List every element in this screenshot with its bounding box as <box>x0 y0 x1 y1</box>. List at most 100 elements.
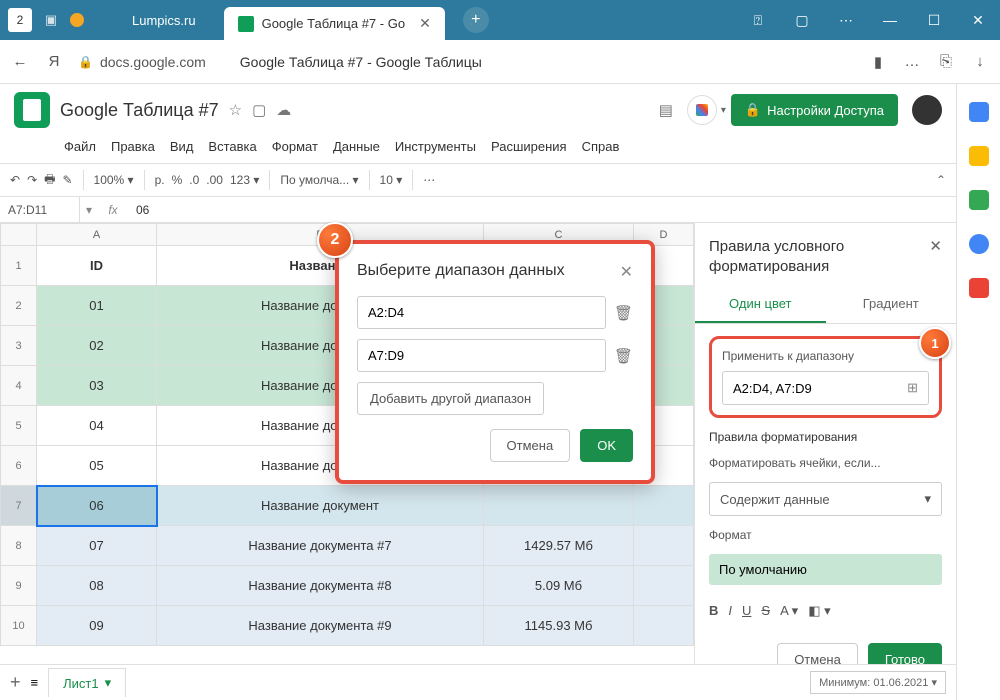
zoom-select[interactable]: 100% ▾ <box>94 173 134 187</box>
cell[interactable]: 5.09 Мб <box>484 566 634 606</box>
yandex-icon[interactable]: Я <box>44 53 64 70</box>
cell[interactable]: Название документ <box>157 486 484 526</box>
row-header[interactable]: 1 <box>1 246 37 286</box>
paint-format-button[interactable]: ✎ <box>62 173 72 187</box>
row-header[interactable]: 2 <box>1 286 37 326</box>
share-button[interactable]: 🔒Настройки Доступа <box>731 94 898 126</box>
close-tab-icon[interactable]: ✕ <box>419 15 431 32</box>
panel-icon[interactable]: ▣ <box>40 9 62 31</box>
strike-button[interactable]: S <box>761 603 770 619</box>
menu-help[interactable]: Справ <box>576 136 626 157</box>
cell[interactable]: 05 <box>37 446 157 486</box>
min-date-field[interactable]: Минимум: 01.06.2021 ▾ <box>810 671 946 694</box>
row-header[interactable]: 5 <box>1 406 37 446</box>
add-sheet-button[interactable]: + <box>10 672 21 693</box>
back-button[interactable]: ← <box>10 53 30 70</box>
avatar[interactable] <box>912 95 942 125</box>
calendar-icon[interactable] <box>969 102 989 122</box>
maximize-button[interactable]: ☐ <box>912 0 956 40</box>
cell[interactable]: 1145.93 Мб <box>484 606 634 646</box>
row-header[interactable]: 7 <box>1 486 37 526</box>
close-panel-button[interactable]: ✕ <box>929 237 942 255</box>
download-icon[interactable]: ↓ <box>970 53 990 70</box>
layout-icon[interactable]: ▢ <box>780 0 824 40</box>
menu-data[interactable]: Данные <box>327 136 386 157</box>
select-all-cell[interactable] <box>1 224 37 246</box>
underline-button[interactable]: U <box>742 603 751 619</box>
move-icon[interactable]: ▢ <box>252 101 266 119</box>
dec-decrease-button[interactable]: .0 <box>189 173 199 187</box>
cell[interactable]: Название документа #9 <box>157 606 484 646</box>
doc-name[interactable]: Google Таблица #7 <box>60 100 219 121</box>
range-input-1[interactable] <box>357 296 606 329</box>
range-input-2[interactable] <box>357 339 606 372</box>
close-window-button[interactable]: ✕ <box>956 0 1000 40</box>
add-range-button[interactable]: Добавить другой диапазон <box>357 382 544 415</box>
url-field[interactable]: 🔒 docs.google.com <box>78 54 206 70</box>
cancel-button[interactable]: Отмена <box>777 643 858 664</box>
new-tab-button[interactable]: + <box>463 7 489 33</box>
dec-increase-button[interactable]: .00 <box>206 173 223 187</box>
bold-button[interactable]: B <box>709 603 718 619</box>
percent-button[interactable]: % <box>172 173 183 187</box>
cell[interactable]: 07 <box>37 526 157 566</box>
menu-extensions[interactable]: Расширения <box>485 136 573 157</box>
row-header[interactable]: 4 <box>1 366 37 406</box>
print-button[interactable]: 🖶 <box>44 170 55 191</box>
home-icon[interactable]: 2 <box>8 8 32 32</box>
row-header[interactable]: 3 <box>1 326 37 366</box>
format-preview[interactable]: По умолчанию <box>709 554 942 585</box>
toolbar-more[interactable]: ⋯ <box>423 173 435 187</box>
account-icon[interactable]: ⍰ <box>736 0 780 40</box>
browser-tab-2[interactable]: Google Таблица #7 - Go ✕ <box>224 7 445 40</box>
more-icon[interactable]: ⋯ <box>824 0 868 40</box>
done-button[interactable]: Готово <box>868 643 942 664</box>
all-sheets-button[interactable]: ≡ <box>31 675 39 690</box>
maps-icon[interactable] <box>969 278 989 298</box>
dialog-cancel-button[interactable]: Отмена <box>490 429 571 462</box>
undo-button[interactable]: ↶ <box>10 173 20 187</box>
row-header[interactable]: 10 <box>1 606 37 646</box>
name-box[interactable]: A7:D11 <box>0 197 80 222</box>
cell[interactable]: 04 <box>37 406 157 446</box>
redo-button[interactable]: ↷ <box>27 173 37 187</box>
dialog-ok-button[interactable]: OK <box>580 429 633 462</box>
row-header[interactable]: 6 <box>1 446 37 486</box>
cell[interactable]: 08 <box>37 566 157 606</box>
row-header[interactable]: 8 <box>1 526 37 566</box>
tasks-icon[interactable] <box>969 190 989 210</box>
star-icon[interactable]: ☆ <box>229 101 242 119</box>
tab-gradient[interactable]: Градиент <box>826 286 957 323</box>
close-dialog-button[interactable]: ✕ <box>620 262 633 282</box>
font-select[interactable]: По умолча... ▾ <box>280 173 358 187</box>
more-formats-button[interactable]: 123 ▾ <box>230 173 259 187</box>
cell[interactable]: Название документа #8 <box>157 566 484 606</box>
delete-range-icon[interactable]: 🗑 <box>614 347 633 365</box>
more-button[interactable]: … <box>902 53 922 70</box>
cell[interactable]: Название документа #7 <box>157 526 484 566</box>
cell[interactable]: ID <box>37 246 157 286</box>
range-input[interactable]: A2:D4, A7:D9 ⊞ <box>722 371 929 405</box>
meet-button[interactable] <box>687 95 717 125</box>
formula-bar[interactable]: 06 <box>128 203 149 217</box>
menu-tools[interactable]: Инструменты <box>389 136 482 157</box>
cell[interactable]: 02 <box>37 326 157 366</box>
menu-insert[interactable]: Вставка <box>202 136 262 157</box>
col-header-a[interactable]: A <box>37 224 157 246</box>
active-cell[interactable]: 06 <box>37 486 157 526</box>
cell[interactable]: 09 <box>37 606 157 646</box>
sheets-logo-icon[interactable] <box>14 92 50 128</box>
menu-format[interactable]: Формат <box>266 136 324 157</box>
bookmark-icon[interactable]: ▮ <box>868 53 888 71</box>
keep-icon[interactable] <box>969 146 989 166</box>
menu-file[interactable]: Файл <box>58 136 102 157</box>
sheet-tab[interactable]: Лист1▾ <box>48 668 126 697</box>
font-size-select[interactable]: 10 ▾ <box>380 173 403 187</box>
condition-select[interactable]: Содержит данные▾ <box>709 482 942 516</box>
currency-button[interactable]: р. <box>155 173 165 187</box>
cell[interactable]: 01 <box>37 286 157 326</box>
menu-view[interactable]: Вид <box>164 136 200 157</box>
minimize-button[interactable]: — <box>868 0 912 40</box>
italic-button[interactable]: I <box>728 603 732 619</box>
fill-color-button[interactable]: ◧ ▾ <box>808 603 830 619</box>
